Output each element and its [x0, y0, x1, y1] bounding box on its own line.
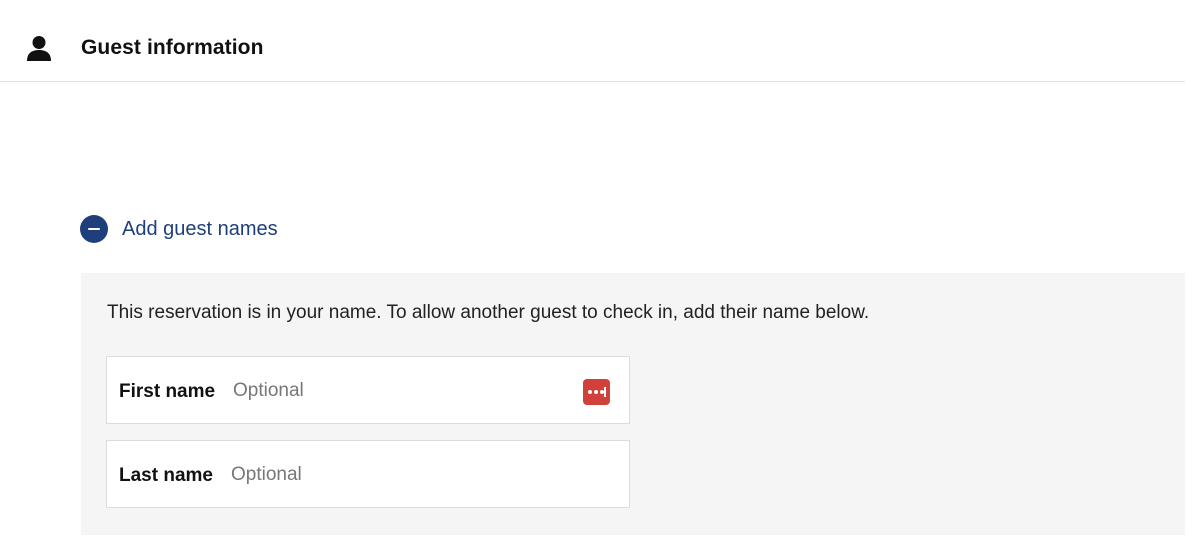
first-name-field[interactable]: First name [106, 356, 630, 424]
section-header: Guest information [0, 0, 1185, 82]
section-title: Guest information [81, 36, 264, 59]
person-icon [27, 36, 51, 61]
guest-information-page: Guest information Add guest names This r… [0, 0, 1200, 550]
guest-names-description: This reservation is in your name. To all… [107, 302, 870, 323]
add-guest-names-label[interactable]: Add guest names [122, 218, 278, 241]
last-name-input[interactable] [231, 455, 551, 495]
minus-circle-icon[interactable] [80, 215, 108, 243]
guest-names-panel: This reservation is in your name. To all… [81, 273, 1185, 535]
first-name-label: First name [119, 381, 216, 402]
add-guest-names-toggle[interactable]: Add guest names [80, 214, 278, 244]
password-manager-icon[interactable] [583, 379, 610, 405]
last-name-field[interactable]: Last name [106, 440, 630, 508]
first-name-input[interactable] [233, 371, 553, 411]
last-name-label: Last name [119, 465, 213, 486]
